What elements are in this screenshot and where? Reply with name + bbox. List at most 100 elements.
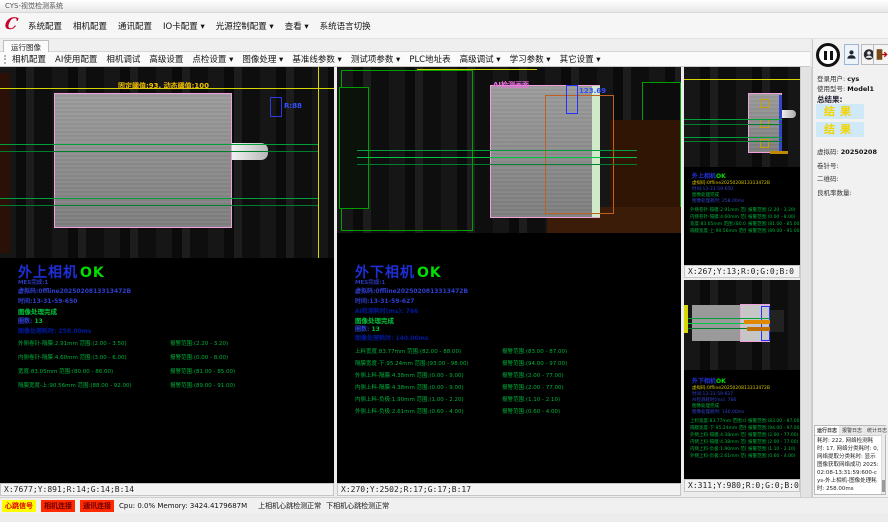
user-icon	[846, 48, 857, 61]
measure-line-green	[357, 150, 637, 151]
toolbar-item-baseline-params[interactable]: 基准线参数 ▾	[292, 53, 341, 65]
mini-proc-time: 图像处理耗时: 258.00ms	[692, 198, 744, 204]
measure-line-green	[684, 124, 782, 125]
log-text: 耗时: 222, 网络检测耗时: 17, 网络分类耗时: 0, 网络提取分类耗时…	[815, 436, 885, 496]
mini-alarm: 报警范围:(81.00 - 85.00)	[748, 221, 801, 227]
thumb-lower-cursor-status: X:311;Y:980;R:0;G:0;B:0	[684, 479, 800, 492]
toolbar-item-learning-params[interactable]: 学习参数 ▾	[510, 53, 551, 65]
overlay-text-mark	[744, 320, 770, 324]
menu-item-camera-config[interactable]: 相机配置	[73, 20, 107, 32]
mini-alarm: 报警范围:(0.00 - 8.00)	[748, 214, 796, 220]
toolbar-item-camera-debug[interactable]: 相机调试	[106, 53, 140, 65]
cell-region	[54, 93, 232, 228]
toolbar-item-camera-config[interactable]: 相机配置	[12, 53, 46, 65]
roi-box-blue	[270, 97, 282, 117]
virtual-code-label: 虚拟码:	[817, 148, 839, 156]
alarm-range-text: 报警范围:(1.10 - 2.10)	[502, 395, 560, 403]
result-box-upper: 结果	[816, 104, 864, 119]
capture-time: 时间:13-31-59-627	[355, 296, 414, 305]
alarm-range-text: 报警范围:(2.20 - 3.20)	[170, 339, 228, 347]
menu-item-language-switch[interactable]: 系统语言切换	[320, 20, 371, 32]
toolbar-item-spot-check[interactable]: 点检设置 ▾	[192, 53, 233, 65]
toolbar-item-image-processing[interactable]: 图像处理 ▾	[242, 53, 283, 65]
turns-label: 圈数: 13	[355, 324, 380, 333]
measurement-text: 宽度:83.05mm 范围:(80.00 - 86.00)	[18, 367, 113, 375]
virtual-code-field: 虚拟码: 20250208	[817, 146, 877, 156]
toolbar-item-other-settings[interactable]: 其它设置 ▾	[560, 53, 601, 65]
roi-box-green	[339, 87, 369, 209]
log-scrollbar[interactable]	[881, 434, 885, 494]
thumb-upper-image[interactable]	[684, 67, 800, 167]
mini-alarm: 报警范围:(0.60 - 4.00)	[748, 453, 796, 459]
toolbar-item-plc-address[interactable]: PLC地址表	[409, 53, 450, 65]
measurement-text: 外侧上料-负极:2.61mm 范围:(0.60 - 4.00)	[355, 407, 464, 415]
measurement-text: 外侧卷针-隔膜:2.91mm 范围:(2.00 - 3.50)	[18, 339, 127, 347]
thumb-lower-image[interactable]	[684, 280, 800, 370]
mini-measurement: 上料宽度:83.77mm 范围:(82.00 - 88.00)	[690, 418, 746, 424]
menu-item-io-config[interactable]: IO卡配置 ▾	[163, 20, 205, 32]
mini-alarm: 报警范围:(2.00 - 77.00)	[748, 432, 798, 438]
middle-camera-image[interactable]: 123.69 AI检测画面	[337, 67, 681, 233]
toolbar-item-test-params[interactable]: 测试项参数 ▾	[351, 53, 400, 65]
login-user-field: 登录用户: cys	[817, 73, 859, 83]
left-camera-image[interactable]: 固定阈值:93, 动态阈值:100 R:88	[0, 67, 334, 258]
baseline-yellow-v	[318, 67, 319, 258]
upper-camera-heartbeat-text: 上相机心跳检测正常	[258, 501, 321, 511]
panel-splitter[interactable]	[800, 67, 812, 497]
thumb-upper-camera[interactable]: 外上相机OK 虚拟码:0ffline2025020813313472B 时间:1…	[684, 67, 800, 278]
mini-camera-title: 外下相机OK	[692, 376, 726, 385]
log-tab-run[interactable]: 运行日志	[815, 426, 839, 435]
alarm-range-text: 报警范围:(83.00 - 87.00)	[502, 347, 567, 355]
turns-value: 13	[372, 326, 380, 333]
measure-line-green	[357, 157, 637, 158]
menu-item-comm-config[interactable]: 通讯配置	[118, 20, 152, 32]
r-value-overlay-label: R:88	[284, 102, 302, 110]
mes-status: MES完成:1	[18, 278, 48, 286]
menu-item-light-config[interactable]: 光源控制配置 ▾	[216, 20, 274, 32]
tab-strip: 运行图像	[0, 39, 810, 52]
comm-link-badge: 通讯连接	[80, 500, 114, 512]
user-login-button[interactable]	[844, 44, 859, 65]
mini-proc-time: 图像处理耗时: 140.00ms	[692, 409, 744, 415]
yield-count-field: 良机率数量:	[817, 187, 852, 197]
mini-measurement: 内侧上料-负极:1.90mm 范围:(1.00 - 2.20)	[690, 446, 746, 452]
measure-line-green	[0, 198, 318, 199]
mini-alarm: 报警范围:(1.10 - 2.10)	[748, 446, 796, 452]
bottom-status-bar: 心跳信号 相机连接 通讯连接 Cpu: 0.0% Memory: 3424.41…	[0, 497, 888, 513]
result-box-lower: 结果	[816, 122, 864, 137]
pause-button[interactable]	[816, 43, 840, 67]
thumb-lower-camera[interactable]: 外下相机OK 虚拟码:0ffline2025020813313472B 时间:1…	[684, 280, 800, 492]
menubar: 系统配置 相机配置 通讯配置 IO卡配置 ▾ 光源控制配置 ▾ 查看 ▾ 系统语…	[0, 13, 888, 39]
measure-line-green	[684, 119, 782, 120]
exit-button[interactable]	[873, 44, 888, 65]
alarm-range-text: 报警范围:(81.00 - 85.00)	[170, 367, 235, 375]
mini-measurement: 宽度:83.05mm 范围:(80.00 - 86.00)	[690, 221, 746, 227]
mini-measurement: 外侧上料-隔膜:4.38mm 范围:(0.00 - 9.00)	[690, 432, 746, 438]
roi-strip-blue	[779, 95, 782, 151]
log-scrollbar-thumb[interactable]	[882, 480, 885, 492]
toolbar-item-advanced-debug[interactable]: 高级调试 ▾	[460, 53, 501, 65]
measurement-text: 内侧卷针-隔膜:4.60mm 范围:(3.00 - 6.00)	[18, 353, 127, 361]
menu-item-system-config[interactable]: 系统配置	[28, 20, 62, 32]
log-tab-alarm[interactable]: 报警日志	[840, 426, 864, 435]
result-ok: OK	[417, 265, 442, 281]
toolbar-grip[interactable]	[4, 55, 8, 64]
mini-alarm: 报警范围:(94.00 - 97.00)	[748, 425, 801, 431]
toolbar-item-advanced-settings[interactable]: 高级设置	[149, 53, 183, 65]
login-user-label: 登录用户:	[817, 75, 845, 83]
mini-measurement: 内侧上料-隔膜:4.38mm 范围:(0.00 - 9.00)	[690, 439, 746, 445]
model-value: Model1	[847, 85, 874, 93]
camera-link-badge: 相机连接	[41, 500, 75, 512]
left-cursor-status: X:7677;Y:891;R:14;G:14;B:14	[0, 483, 334, 496]
log-tabs: 运行日志 报警日志 统计日志	[815, 426, 885, 436]
alarm-range-text: 报警范围:(0.00 - 8.00)	[170, 353, 228, 361]
machine-block	[610, 120, 680, 215]
measure-line-green	[0, 205, 318, 206]
mes-status: MES完成:1	[355, 278, 385, 286]
toolbar-item-ai-config[interactable]: AI使用配置	[55, 53, 97, 65]
roi-box-blue	[566, 85, 578, 114]
titlebar: CYS-视觉检测系统	[0, 0, 888, 13]
processing-time: 图像处理耗时: 258.00ms	[18, 326, 91, 335]
left-camera-panel: 固定阈值:93, 动态阈值:100 R:88 外上相机OK MES完成:1 虚拟…	[0, 67, 334, 496]
menu-item-view[interactable]: 查看 ▾	[285, 20, 309, 32]
